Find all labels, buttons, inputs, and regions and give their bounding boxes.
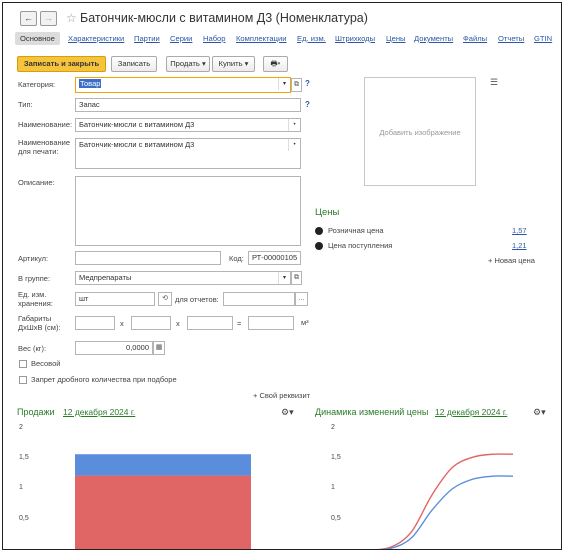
sales-bar-segment-1 bbox=[75, 454, 251, 476]
price-change-chart bbox=[375, 453, 514, 549]
sales-bar-segment-0 bbox=[75, 475, 251, 549]
price-line-0 bbox=[375, 453, 514, 549]
form-window: ← → ☆ Батончик-мюсли с витамином Д3 (Ном… bbox=[2, 2, 562, 550]
price-line-1 bbox=[380, 475, 514, 549]
sales-chart bbox=[75, 454, 251, 549]
charts-canvas bbox=[75, 453, 514, 549]
